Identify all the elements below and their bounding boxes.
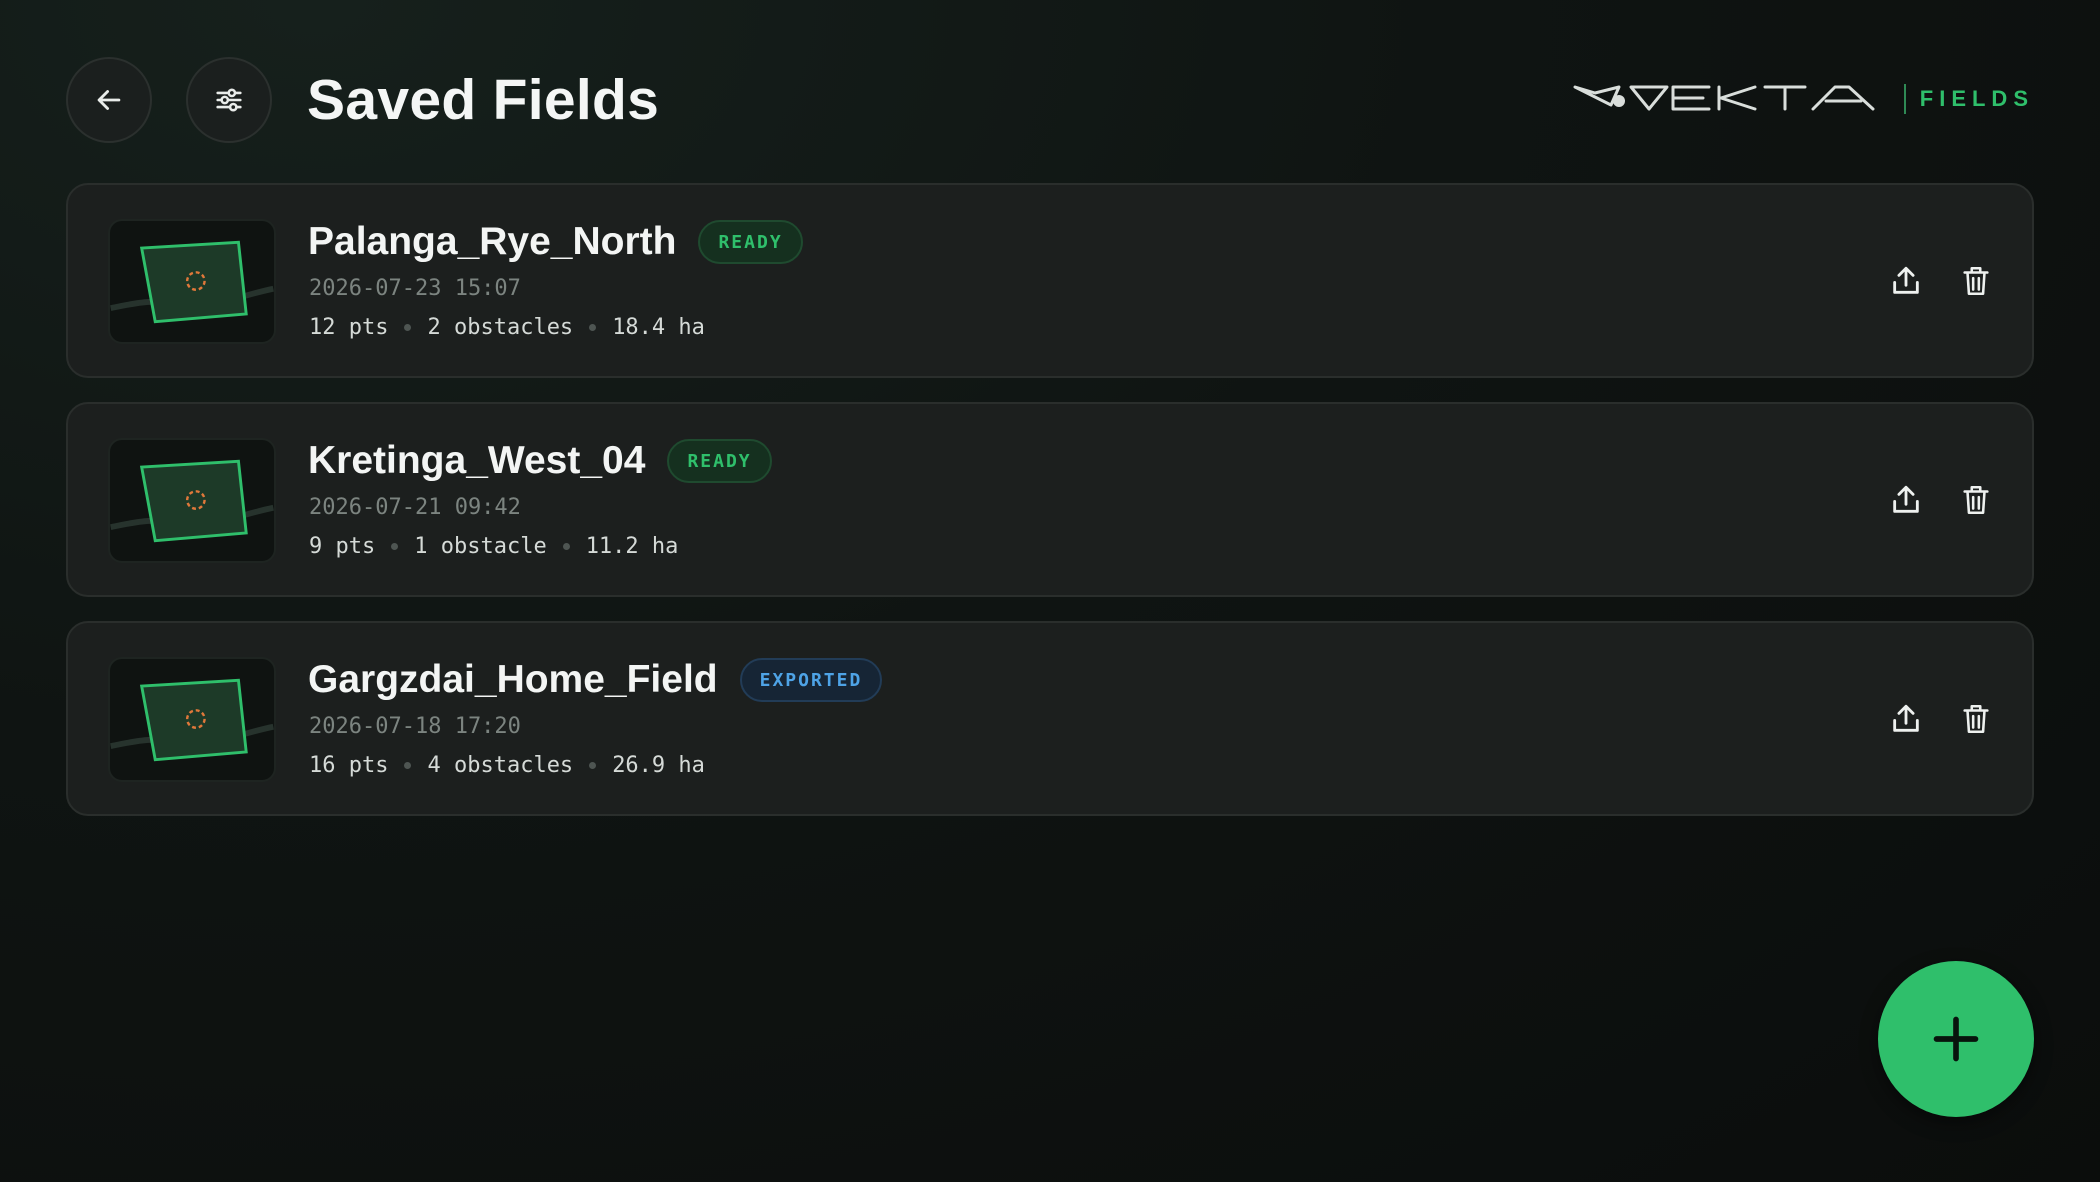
trash-icon (1963, 266, 1989, 296)
separator-dot (404, 762, 412, 769)
field-stats: 12 pts 2 obstacles 18.4 ha (309, 315, 705, 340)
share-button[interactable] (1884, 697, 1928, 741)
delete-button[interactable] (1954, 259, 1998, 303)
field-stats: 9 pts 1 obstacle 11.2 ha (309, 534, 678, 559)
delete-button[interactable] (1954, 478, 1998, 522)
points-count: 9 pts (309, 534, 376, 559)
field-list: Palanga_Rye_North READY 2026-07-23 15:07… (66, 183, 2034, 840)
separator-dot (589, 324, 597, 331)
field-name: Gargzdai_Home_Field (308, 658, 718, 701)
filter-button[interactable] (186, 57, 272, 143)
field-card[interactable]: Palanga_Rye_North READY 2026-07-23 15:07… (66, 183, 2034, 378)
vekta-logo-mark (1573, 85, 1875, 111)
share-button[interactable] (1884, 478, 1928, 522)
field-card[interactable]: Gargzdai_Home_Field EXPORTED 2026-07-18 … (66, 621, 2034, 816)
separator-dot (404, 324, 412, 331)
sliders-icon (216, 88, 242, 112)
obstacles-count: 2 obstacles (427, 315, 574, 340)
field-area: 11.2 ha (585, 534, 679, 559)
share-upload-icon (1893, 266, 1919, 294)
field-stats: 16 pts 4 obstacles 26.9 ha (309, 753, 705, 778)
obstacles-count: 4 obstacles (427, 753, 574, 778)
trash-icon (1963, 704, 1989, 734)
field-name: Kretinga_West_04 (308, 439, 646, 482)
separator-dot (562, 543, 570, 550)
field-thumbnail (108, 657, 276, 782)
status-badge: READY (667, 439, 772, 483)
share-upload-icon (1893, 485, 1919, 513)
status-badge: EXPORTED (739, 658, 883, 702)
status-badge: READY (698, 220, 803, 264)
field-date: 2026-07-21 09:42 (309, 495, 521, 520)
field-thumbnail (108, 438, 276, 563)
share-upload-icon (1893, 704, 1919, 732)
field-card[interactable]: Kretinga_West_04 READY 2026-07-21 09:42 … (66, 402, 2034, 597)
points-count: 12 pts (309, 315, 389, 340)
field-date: 2026-07-23 15:07 (309, 276, 521, 301)
trash-icon (1963, 485, 1989, 515)
page-title: Saved Fields (307, 68, 660, 132)
header: Saved Fields FIELDS (66, 57, 2034, 143)
add-field-button[interactable] (1878, 961, 2034, 1117)
separator-dot (391, 543, 399, 550)
obstacles-count: 1 obstacle (414, 534, 547, 559)
separator-dot (589, 762, 597, 769)
field-thumbnail (108, 219, 276, 344)
back-button[interactable] (66, 57, 152, 143)
arrow-left-icon (97, 90, 121, 110)
field-area: 26.9 ha (612, 753, 705, 778)
field-area: 18.4 ha (612, 315, 705, 340)
field-name: Palanga_Rye_North (308, 220, 677, 263)
plus-icon (1933, 1016, 1979, 1062)
logo-subtitle: FIELDS (1919, 86, 2034, 111)
field-date: 2026-07-18 17:20 (309, 714, 521, 739)
share-button[interactable] (1884, 259, 1928, 303)
brand-logo: FIELDS (1573, 79, 2034, 119)
logo-divider (1903, 84, 1906, 114)
delete-button[interactable] (1954, 697, 1998, 741)
points-count: 16 pts (309, 753, 389, 778)
